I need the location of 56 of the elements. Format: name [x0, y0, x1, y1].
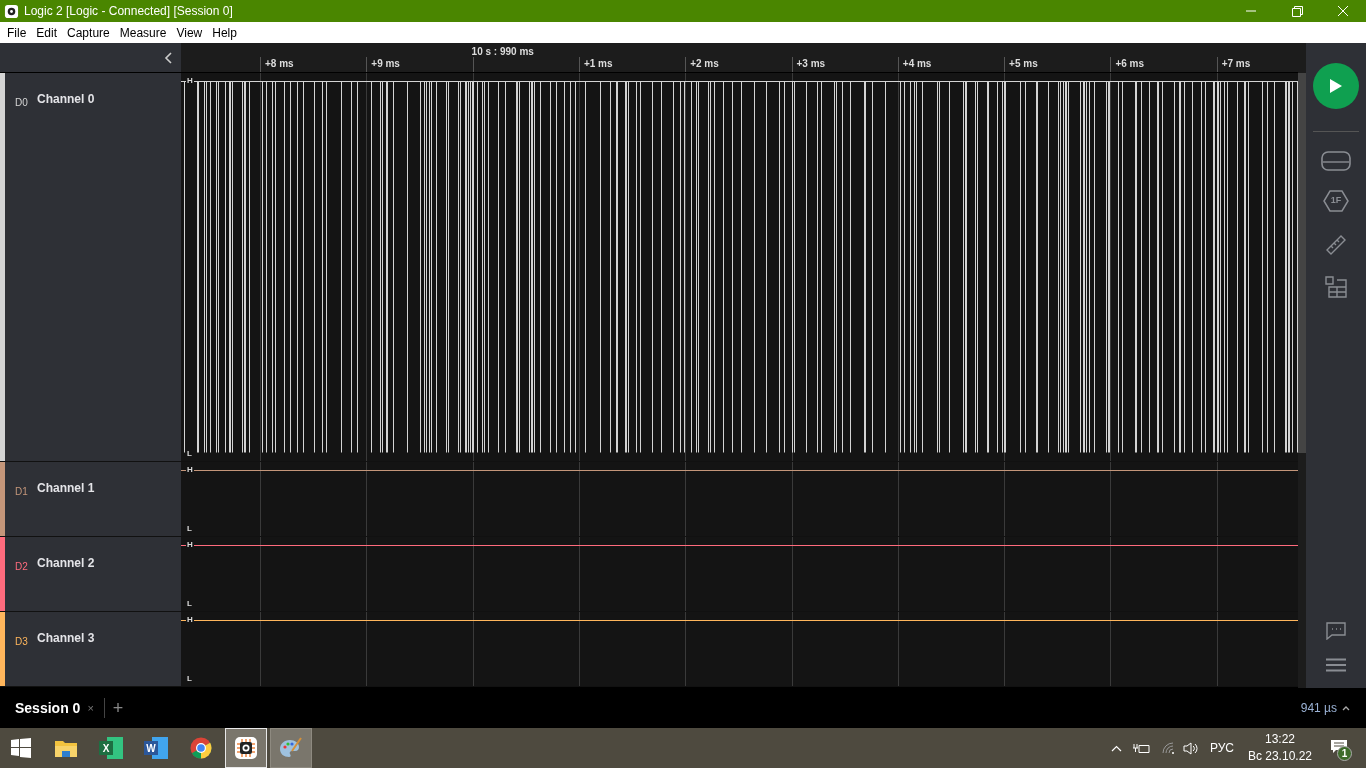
menu-item[interactable]: Edit — [31, 23, 63, 42]
tick-label: +6 ms — [1115, 57, 1145, 71]
close-tab-button[interactable]: × — [87, 699, 94, 717]
menu-item[interactable]: Capture — [62, 23, 115, 42]
zoom-readout[interactable]: 941 µs — [1300, 699, 1337, 717]
channel-name[interactable]: Channel 1 — [37, 479, 95, 536]
wifi-icon[interactable] — [1160, 742, 1176, 754]
channel-id: D1 — [15, 485, 29, 499]
folder-icon — [55, 738, 77, 758]
session-tab[interactable]: Session 0 — [15, 697, 81, 719]
window-title: Logic 2 [Logic - Connected] [Session 0] — [24, 3, 233, 20]
caret-icon[interactable] — [1342, 705, 1350, 711]
palette-icon — [279, 737, 303, 759]
menu-item[interactable]: Measure — [114, 23, 172, 42]
tick-label: +1 ms — [583, 57, 613, 71]
channel-name[interactable]: Channel 3 — [37, 629, 95, 686]
menu-item[interactable]: Help — [207, 23, 242, 42]
logic-app-icon — [234, 736, 258, 760]
windows-icon — [11, 738, 31, 758]
clock[interactable]: 13:22 Вс 23.10.22 — [1247, 731, 1312, 765]
taskbar-app[interactable]: X — [90, 728, 132, 768]
tick-label: +2 ms — [690, 57, 719, 71]
ruler-icon[interactable] — [1325, 234, 1347, 256]
menu-item[interactable]: File — [2, 23, 32, 42]
feedback-icon[interactable] — [1326, 622, 1346, 640]
channel-id: D3 — [15, 635, 29, 649]
battery-icon[interactable] — [1132, 742, 1150, 754]
start-capture-button[interactable] — [1313, 63, 1359, 109]
tick-label: +9 ms — [371, 57, 400, 71]
tick-label: +3 ms — [796, 57, 826, 71]
speaker-icon[interactable] — [1182, 741, 1200, 755]
notification-count: 1 — [1337, 746, 1352, 761]
chrome-icon — [190, 737, 212, 759]
new-session-button[interactable]: + — [112, 694, 124, 722]
app-logo-icon — [4, 3, 19, 19]
tick-label: +5 ms — [1009, 57, 1038, 71]
taskbar-app[interactable]: W — [135, 728, 177, 768]
tick-label: +4 ms — [902, 57, 932, 71]
menu-icon[interactable] — [1326, 658, 1346, 672]
time-anchor: 10 s : 990 ms — [471, 45, 534, 59]
channel-name[interactable]: Channel 0 — [37, 90, 95, 461]
collapse-icon[interactable] — [163, 51, 175, 64]
analyzers-icon[interactable]: 1F — [1323, 190, 1349, 212]
scrollbar[interactable] — [1298, 43, 1306, 688]
channel-name[interactable]: Channel 2 — [37, 554, 95, 611]
extensions-icon[interactable] — [1325, 276, 1347, 298]
keyboard-language[interactable]: РУС — [1209, 739, 1234, 757]
scrollbar-thumb[interactable] — [1298, 73, 1306, 453]
menu-item[interactable]: View — [171, 23, 208, 42]
channel-id: D2 — [15, 560, 29, 574]
tick-label: +7 ms — [1221, 57, 1251, 71]
channel-id: D0 — [15, 96, 29, 110]
play-icon — [1329, 78, 1343, 94]
device-icon[interactable] — [1321, 150, 1351, 172]
tick-label: +8 ms — [265, 57, 294, 71]
chevron-up-icon[interactable] — [1110, 744, 1122, 752]
